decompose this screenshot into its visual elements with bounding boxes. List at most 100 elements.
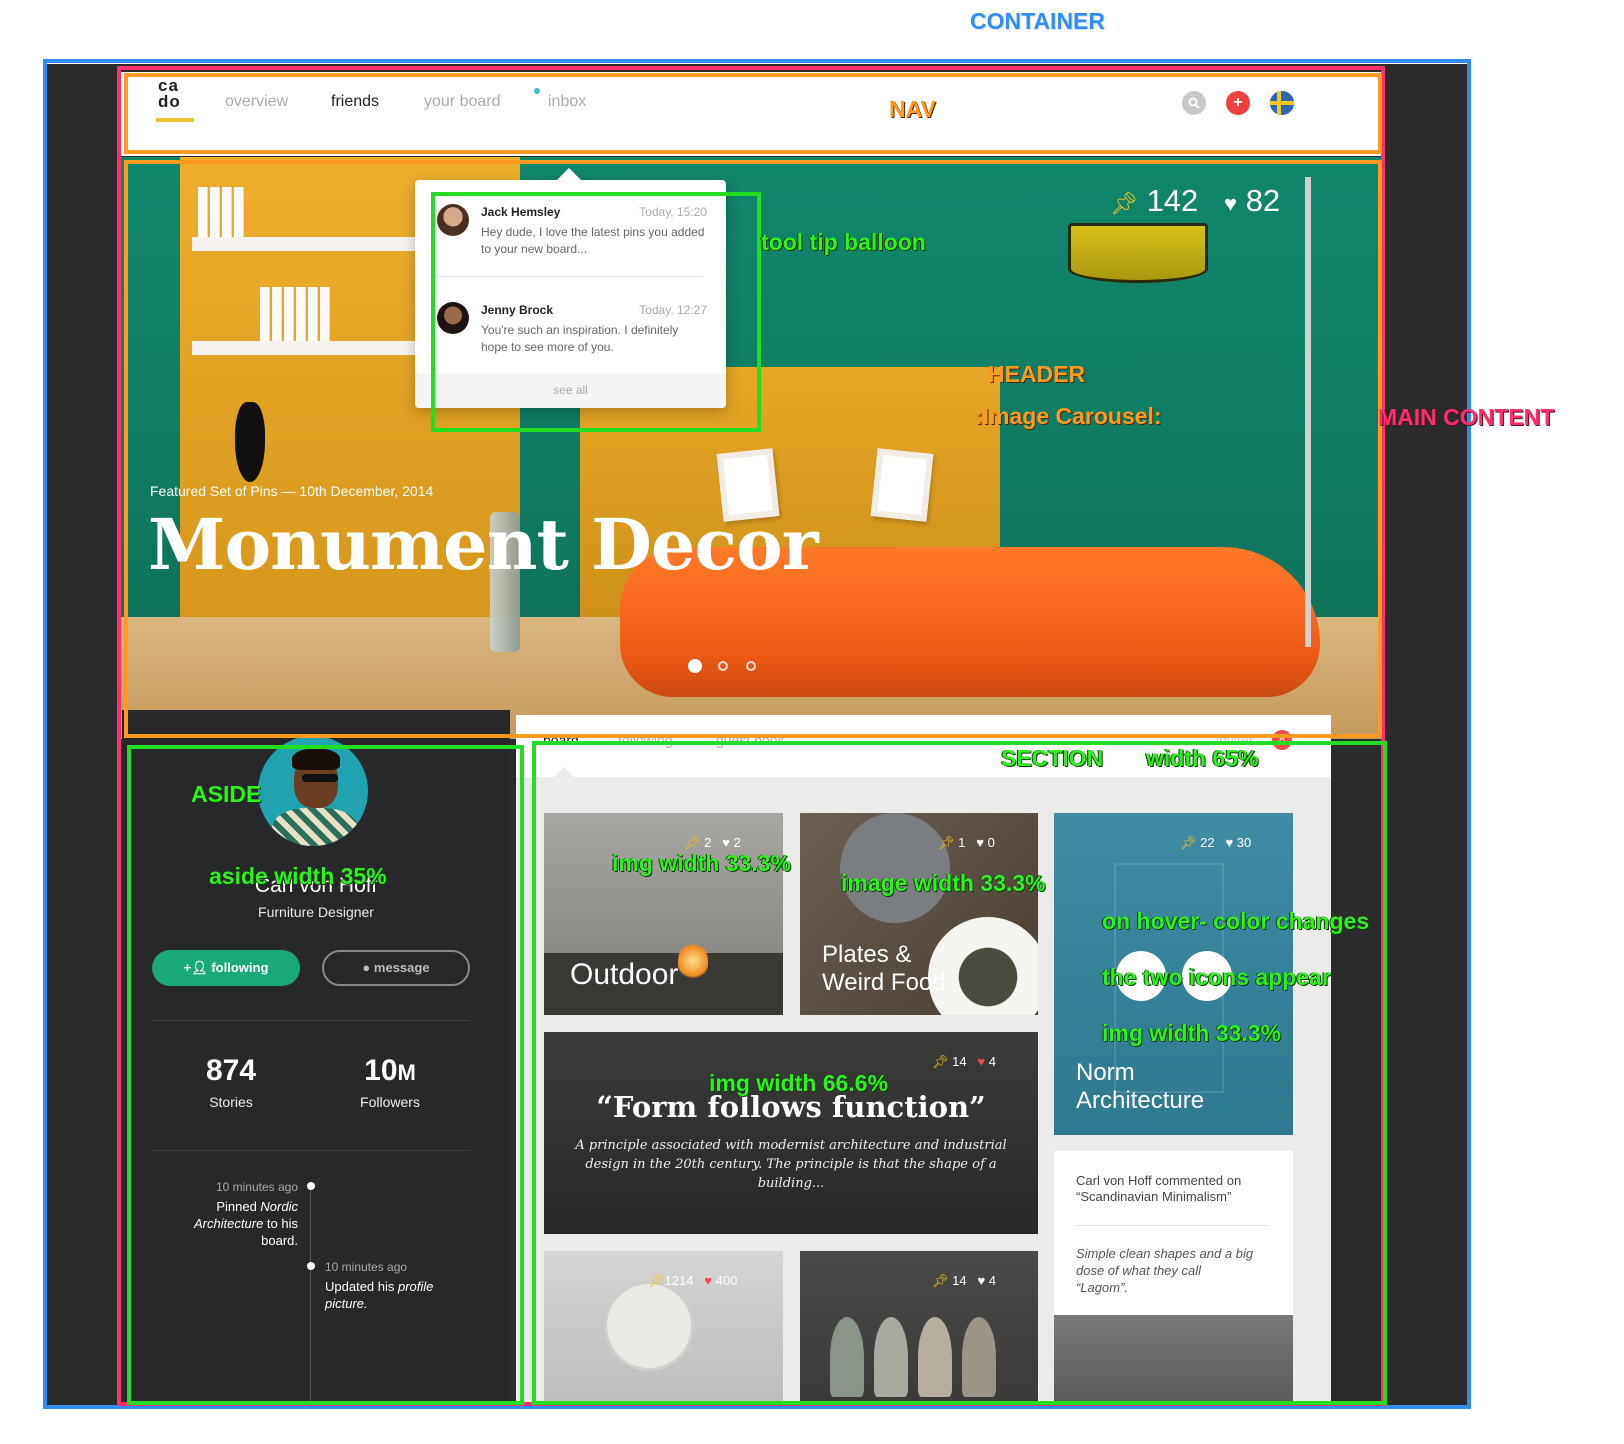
book	[260, 287, 270, 341]
pin-icon: 📌︎	[648, 1273, 665, 1288]
header-likes: ♥ 82	[1224, 183, 1280, 219]
card-outdoor[interactable]: 📌︎ 2 ♥ 2 Outdoor	[544, 813, 783, 1015]
see-all-link[interactable]: see all	[415, 374, 726, 408]
heart-icon: ♥	[704, 1273, 712, 1288]
stories-label: Stories	[209, 1094, 253, 1110]
nav-bar: ca do overview friends your board inbox …	[120, 72, 1382, 156]
annotation-main-content: MAIN CONTENT	[1378, 404, 1555, 430]
book	[210, 187, 220, 237]
active-tab-caret	[554, 767, 574, 777]
card-hooks[interactable]: 📌︎ 14 ♥ 4	[800, 1251, 1038, 1406]
timeline-time: 10 minutes ago	[215, 1180, 298, 1194]
like-count: 0	[987, 835, 995, 850]
nav-link-your-board[interactable]: your board	[424, 93, 501, 111]
shelf	[192, 341, 422, 355]
carousel-dot-3[interactable]	[746, 661, 756, 671]
pin-icon: 📌︎	[1180, 835, 1197, 850]
heart-icon: ♥	[977, 1054, 986, 1069]
card-plates[interactable]: 📌︎ 1 ♥ 0 Plates & Weird Food	[800, 813, 1038, 1015]
card-quote[interactable]: 📌︎ 14 ♥ 4 “Form follows function” A prin…	[544, 1032, 1038, 1234]
divider	[152, 1020, 470, 1021]
timeline-text: Pinned	[216, 1199, 261, 1214]
flag-icon[interactable]	[1270, 91, 1294, 115]
pin-icon: 📌︎	[684, 835, 701, 850]
header-pins-count: 142	[1146, 183, 1199, 218]
header-carousel[interactable]: 📌︎ 142 ♥ 82 Featured Set of Pins — 10th …	[120, 157, 1382, 739]
avatar	[437, 302, 469, 334]
pin-count: 14	[952, 1054, 967, 1069]
card-title-line: Norm	[1076, 1059, 1135, 1086]
card-title: Plates & Weird Food	[822, 941, 946, 997]
nav-link-overview[interactable]: overview	[225, 93, 288, 111]
pin-icon: 📌︎	[932, 1273, 949, 1288]
card-stats: 📌︎ 22 ♥ 30	[1180, 835, 1251, 851]
message-label: message	[373, 960, 430, 975]
add-user-icon: +👤︎	[183, 960, 208, 975]
followers-value: 10	[364, 1054, 398, 1087]
tab-guest-book[interactable]: guest book	[716, 732, 785, 748]
book	[272, 287, 282, 341]
book	[234, 187, 244, 237]
timeline-dot	[307, 1182, 315, 1190]
message-time: Today, 12:27	[639, 303, 707, 317]
search-icon[interactable]	[1182, 91, 1206, 115]
logo-bottom: do	[158, 92, 181, 111]
pin-icon: 📌︎	[932, 1054, 949, 1069]
annotation-aside-width: aside width 35%	[209, 863, 387, 889]
annotation-carousel: :Image Carousel:	[975, 403, 1162, 429]
card-stats: 📌︎ 2 ♥ 2	[684, 835, 741, 851]
followers-unit: M	[397, 1060, 416, 1085]
nav-link-friends[interactable]: friends	[331, 93, 379, 111]
message-button[interactable]: ● message	[322, 950, 470, 986]
pin-icon: 📌︎	[1110, 191, 1138, 216]
carousel-dot-1[interactable]	[688, 659, 702, 673]
lamp-shade	[1068, 223, 1208, 283]
quote-body: A principle associated with modernist ar…	[575, 1138, 1007, 1191]
profile-avatar[interactable]	[258, 736, 368, 846]
nav-link-inbox[interactable]: inbox	[548, 93, 586, 111]
hook	[918, 1317, 952, 1397]
comment-board[interactable]: “Scandinavian Minimalism”	[1076, 1189, 1276, 1205]
add-icon[interactable]: +	[1226, 91, 1250, 115]
card-title: Norm Architecture	[1076, 1059, 1204, 1115]
followers-count: 10M	[310, 1054, 470, 1088]
notification-dot	[534, 88, 540, 94]
comment-image	[1054, 1315, 1293, 1406]
book	[296, 287, 306, 341]
comment-card[interactable]: Carl von Hoff commented on “Scandinavian…	[1054, 1151, 1293, 1406]
tab-board[interactable]: board	[543, 732, 579, 748]
avatar-shirt	[272, 808, 358, 846]
following-button[interactable]: +👤︎ following	[152, 950, 300, 986]
like-count: 4	[988, 1054, 997, 1069]
card-clock[interactable]: 📌︎1214 ♥ 400	[544, 1251, 783, 1406]
logo[interactable]: ca do	[158, 77, 181, 111]
timeline-dot	[307, 1262, 315, 1270]
card-title-line: Architecture	[1076, 1087, 1205, 1114]
pin-count: 14	[952, 1273, 967, 1288]
pin-count: 2	[704, 835, 712, 850]
logo-underline	[156, 118, 194, 122]
hook	[830, 1317, 864, 1397]
carousel-dot-2[interactable]	[718, 661, 728, 671]
chat-bubble-icon: ●	[362, 960, 371, 975]
tooltip-arrow	[557, 168, 581, 180]
message-time: Today, 15:20	[639, 205, 707, 219]
message-sender: Jenny Brock	[481, 303, 554, 317]
following-label: following	[211, 960, 269, 975]
heart-icon: ♥	[722, 835, 730, 850]
card-title-line: Plates &	[822, 941, 912, 968]
annotation-section-width: width 65%	[1146, 745, 1259, 771]
timeline-text: Updated his	[325, 1279, 398, 1294]
stories-count: 874	[205, 1054, 257, 1087]
tab-following[interactable]: following	[618, 732, 672, 748]
book	[222, 187, 232, 237]
profile-role: Furniture Designer	[258, 904, 374, 920]
divider	[1076, 1225, 1268, 1226]
pin-count: 22	[1200, 835, 1215, 850]
book	[198, 187, 208, 237]
avatar-hair	[292, 748, 340, 770]
avatar-glasses	[302, 774, 338, 782]
like-count: 4	[988, 1273, 997, 1288]
comment-header-text: Carl von Hoff commented on	[1076, 1173, 1242, 1188]
book	[320, 287, 330, 341]
